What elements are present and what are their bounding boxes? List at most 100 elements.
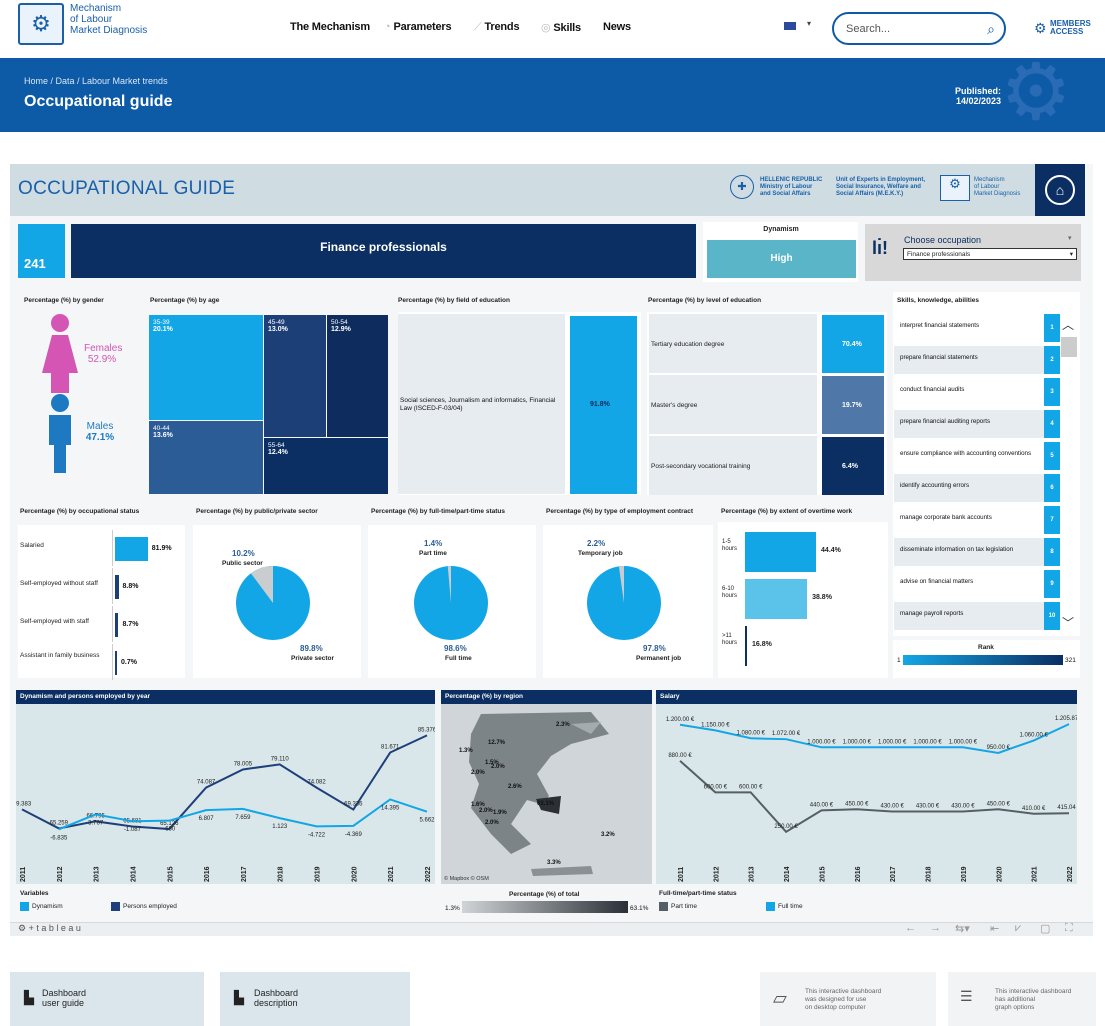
- comment-icon[interactable]: ▢: [1040, 922, 1050, 935]
- skill-row[interactable]: manage corporate bank accounts 7: [894, 506, 1060, 534]
- skill-row[interactable]: interpret financial statements 1: [894, 314, 1060, 342]
- skill-row[interactable]: prepare financial auditing reports 4: [894, 410, 1060, 438]
- select-chevron-icon: ▾: [1069, 251, 1073, 258]
- skills-scrollbar[interactable]: [1060, 312, 1078, 632]
- home-button[interactable]: ⌂: [1035, 164, 1085, 216]
- revert-icon[interactable]: ⇆▾: [955, 922, 970, 935]
- site-logo-icon[interactable]: ⚙: [18, 3, 64, 45]
- sector-a-value: 10.2%: [232, 549, 255, 558]
- age-cell[interactable]: 35-39 20.1%: [149, 315, 263, 420]
- occstatus-bar[interactable]: [115, 651, 117, 675]
- level-value: 19.7%: [842, 402, 862, 409]
- nav-skills[interactable]: ◎ Skills: [541, 21, 581, 34]
- site-logo-text[interactable]: Mechanism of Labour Market Diagnosis: [70, 3, 147, 36]
- x-tick-label: 2020: [996, 866, 1003, 882]
- panel-menu-icon[interactable]: ▾: [1068, 234, 1072, 242]
- skill-rank: 6: [1044, 474, 1060, 502]
- occstatus-bar[interactable]: [115, 575, 119, 599]
- nav-news[interactable]: News: [603, 21, 631, 33]
- search-icon[interactable]: ⌕: [987, 21, 995, 38]
- nav-trends[interactable]: ⟋ Trends: [474, 21, 520, 34]
- data-label: 410.00 €: [1022, 806, 1046, 812]
- data-label: 1.000.00 €: [843, 739, 872, 745]
- region-value: 3.2%: [601, 832, 615, 838]
- fullscreen-icon[interactable]: ⛶: [1065, 922, 1073, 935]
- x-tick-label: 2019: [961, 866, 968, 882]
- note-line: has additional: [995, 996, 1036, 1003]
- age-cell[interactable]: 55-64 12.4%: [264, 438, 388, 494]
- redo-icon[interactable]: →: [930, 922, 941, 934]
- overtime-bar[interactable]: [745, 626, 747, 666]
- legend-label: Part time: [671, 903, 698, 911]
- skill-rank: 1: [1044, 314, 1060, 342]
- legend-label: Persons employed: [123, 903, 177, 911]
- undo-icon[interactable]: ←: [905, 922, 916, 934]
- overtime-label: 6-10 hours: [722, 586, 738, 599]
- legend-full-time[interactable]: Full time: [766, 902, 803, 911]
- pdf-icon: ▙: [24, 990, 34, 1005]
- x-tick-label: 2014: [784, 866, 791, 882]
- legend-part-time[interactable]: Part time: [659, 902, 697, 911]
- overtime-bar[interactable]: [745, 532, 817, 572]
- skill-label: identify accounting errors: [900, 482, 970, 489]
- occstatus-title: Percentage (%) by occupational status: [20, 508, 140, 515]
- data-label: -6.835: [50, 835, 68, 841]
- skill-row[interactable]: manage payroll reports 10: [894, 602, 1060, 630]
- uk-flag-icon[interactable]: [784, 22, 796, 30]
- scroll-up-icon[interactable]: ︿: [1062, 316, 1074, 333]
- overtime-value: 44.4%: [821, 547, 841, 554]
- variables-legend-title: Variables: [20, 890, 49, 897]
- nav-parameters[interactable]: ◔ Parameters: [384, 21, 452, 33]
- x-tick-label: 2011: [678, 867, 685, 882]
- language-chevron-icon[interactable]: ▾: [807, 19, 811, 28]
- data-label: 1.080.00 €: [737, 730, 766, 736]
- region-map[interactable]: 2.3%12.7%1.3%1.5%2.0%2.0%2.6%1.6% 63.1%2.…: [441, 704, 652, 884]
- skill-row[interactable]: disseminate information on tax legislati…: [894, 538, 1060, 566]
- nav-label: Parameters: [393, 21, 452, 33]
- skill-rank: 4: [1044, 410, 1060, 438]
- salary-chart[interactable]: 1.200.00 € 1.150.00 € 1.080.00 € 1.072.00 €…: [656, 704, 1077, 884]
- age-cell[interactable]: 50-54 12.9%: [327, 315, 388, 437]
- male-value: 47.1%: [85, 432, 115, 443]
- skill-row[interactable]: advise on financial matters 9: [894, 570, 1060, 598]
- age-cell[interactable]: 40-44 13.6%: [149, 421, 263, 494]
- age-cell[interactable]: 45-49 13.0%: [264, 315, 326, 437]
- description-button[interactable]: [220, 972, 410, 1026]
- occstatus-bar[interactable]: [115, 613, 119, 637]
- pause-icon[interactable]: ⇤: [990, 922, 999, 935]
- tableau-text: + t a b l e a u: [28, 923, 81, 933]
- search-input[interactable]: Search... ⌕: [832, 12, 1006, 45]
- occupation-name: Finance professionals: [71, 224, 696, 278]
- skill-row[interactable]: identify accounting errors 6: [894, 474, 1060, 502]
- share-icon[interactable]: ⩗: [1015, 922, 1021, 935]
- level-value: 6.4%: [842, 463, 858, 470]
- user-guide-button[interactable]: [10, 972, 204, 1026]
- nav-label: Trends: [484, 21, 520, 33]
- data-label: 950.00 €: [987, 745, 1011, 751]
- data-label: 1.000.00 €: [807, 739, 836, 745]
- legend-persons[interactable]: Persons employed: [111, 902, 177, 911]
- skill-label: manage corporate bank accounts: [900, 514, 992, 521]
- breadcrumb[interactable]: Home / Data / Labour Market trends: [24, 76, 168, 86]
- scroll-thumb[interactable]: [1061, 337, 1077, 357]
- scroll-down-icon[interactable]: ﹀: [1062, 614, 1074, 631]
- x-tick-label: 2022: [1067, 866, 1074, 882]
- sector-b-label: Private sector: [291, 655, 334, 662]
- data-label: 450.00 €: [845, 801, 869, 807]
- occstatus-bar[interactable]: [115, 537, 148, 561]
- desktop-note-text: This interactive dashboard was designed f…: [805, 988, 881, 1012]
- occupation-select[interactable]: Finance professionals ▾: [903, 248, 1077, 260]
- skill-row[interactable]: conduct financial audits 3: [894, 378, 1060, 406]
- skill-row[interactable]: prepare financial statements 2: [894, 346, 1060, 374]
- dyn-chart[interactable]: 69.38365.25966.79565.68165.12674.08778.0…: [16, 704, 435, 884]
- data-label: 78.005: [234, 761, 253, 767]
- overtime-bar[interactable]: [745, 579, 808, 619]
- skill-row[interactable]: ensure compliance with accounting conven…: [894, 442, 1060, 470]
- nav-mechanism[interactable]: The Mechanism: [290, 21, 370, 33]
- occstatus-axis: [112, 568, 113, 604]
- members-access-link[interactable]: MEMBERS ACCESS: [1050, 20, 1091, 36]
- data-label: -1.087: [124, 827, 142, 833]
- ft-legend-title: Full-time/part-time status: [659, 890, 737, 897]
- tableau-logo[interactable]: ⚙ + t a b l e a u: [18, 923, 81, 934]
- legend-dynamism[interactable]: Dynamism: [20, 902, 63, 911]
